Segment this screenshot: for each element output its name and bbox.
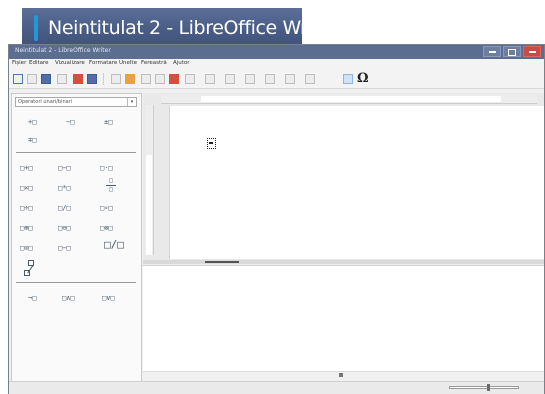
fraction-denominator: □ — [109, 186, 113, 193]
element-circled-plus[interactable]: □⊕□ — [20, 224, 33, 232]
menu-bar: Fișier Editare Vizualizare Formatare Une… — [9, 59, 544, 69]
element-circle[interactable]: □∘□ — [100, 204, 113, 212]
insert-field-icon[interactable] — [245, 74, 255, 84]
formatting-marks-icon[interactable] — [343, 74, 353, 84]
menu-tools[interactable]: Unelte — [119, 60, 137, 66]
element-divide[interactable]: □÷□ — [20, 204, 33, 212]
status-bar — [9, 381, 544, 394]
splitter-grip[interactable] — [205, 261, 239, 263]
special-character-icon[interactable]: Ω — [357, 71, 369, 86]
category-selected-value: Operatori unari/binari — [18, 99, 73, 105]
insert-comment-icon[interactable] — [285, 74, 295, 84]
zoom-slider[interactable] — [449, 386, 519, 389]
close-button[interactable] — [523, 46, 541, 57]
menu-format[interactable]: Formatare — [89, 60, 117, 66]
new-document-icon[interactable] — [13, 74, 23, 84]
menu-view[interactable]: Vizualizare — [55, 60, 85, 66]
menu-file[interactable]: Fișier — [12, 60, 26, 66]
menu-window[interactable]: Fereastră — [141, 60, 167, 66]
element-subtraction[interactable]: □−□ — [58, 164, 71, 172]
banner-title: Neintitulat 2 - LibreOffice Writer — [48, 17, 339, 39]
save-icon[interactable] — [41, 74, 51, 84]
window-title: Neintitulat 2 - LibreOffice Writer — [15, 47, 111, 54]
menu-help[interactable]: Ajutor — [173, 60, 190, 66]
element-plus-minus[interactable]: ±□ — [104, 118, 112, 126]
element-and[interactable]: □∧□ — [62, 294, 75, 302]
element-not[interactable]: ¬□ — [28, 294, 36, 302]
element-circled-minus[interactable]: □⊖□ — [58, 224, 71, 232]
editor-horizontal-scrollbar[interactable] — [143, 371, 544, 378]
element-asterisk[interactable]: □*□ — [58, 184, 71, 192]
title-bar[interactable]: Neintitulat 2 - LibreOffice Writer — [9, 45, 544, 59]
print-icon[interactable] — [73, 74, 83, 84]
insert-image-icon[interactable] — [185, 74, 195, 84]
menu-edit[interactable]: Editare — [29, 60, 49, 66]
insert-textbox-icon[interactable] — [225, 74, 235, 84]
elements-category-select[interactable]: Operatori unari/binari ▾ — [15, 97, 137, 107]
insert-footnote-icon[interactable] — [265, 74, 275, 84]
track-changes-icon[interactable] — [305, 74, 315, 84]
element-wide-slash[interactable]: □/□ — [104, 238, 124, 251]
horizontal-ruler[interactable] — [161, 95, 537, 104]
print-preview-icon[interactable] — [87, 74, 97, 84]
panel-separator — [16, 152, 136, 153]
insert-chart-icon[interactable] — [205, 74, 215, 84]
element-plus[interactable]: +□ — [28, 118, 36, 126]
element-dot-product[interactable]: □·□ — [100, 164, 113, 172]
standard-toolbar: Ω — [9, 69, 544, 89]
element-circled-dot[interactable]: □⊙□ — [20, 244, 33, 252]
minimize-button[interactable] — [483, 46, 501, 57]
element-fraction-stacked[interactable]: □ □ — [106, 178, 116, 196]
maximize-button[interactable] — [503, 46, 521, 57]
writer-document-icon — [34, 15, 38, 41]
document-page[interactable] — [169, 106, 544, 259]
element-or[interactable]: □∨□ — [102, 294, 115, 302]
element-slash[interactable]: □/□ — [58, 204, 71, 212]
undo-icon[interactable] — [141, 74, 151, 84]
element-minus[interactable]: −□ — [66, 118, 74, 126]
document-view[interactable] — [143, 93, 544, 261]
cut-icon[interactable] — [111, 74, 121, 84]
scrollbar-thumb[interactable] — [339, 373, 343, 377]
open-icon[interactable] — [27, 74, 37, 84]
writer-window: Neintitulat 2 - LibreOffice Writer Fișie… — [8, 44, 545, 394]
chevron-down-icon[interactable]: ▾ — [127, 98, 136, 106]
element-addition[interactable]: □+□ — [20, 164, 33, 172]
vertical-ruler[interactable] — [145, 105, 154, 255]
insert-table-icon[interactable] — [169, 74, 179, 84]
element-diagonal-fraction[interactable] — [24, 260, 38, 278]
element-wide-minus[interactable]: □−□ — [58, 244, 71, 252]
element-minus-plus[interactable]: ∓□ — [28, 136, 36, 144]
formula-object[interactable] — [207, 138, 216, 149]
element-circled-times[interactable]: □⊗□ — [100, 224, 113, 232]
editor-splitter[interactable] — [143, 260, 544, 264]
fraction-numerator: □ — [109, 177, 113, 184]
zoom-slider-knob[interactable] — [487, 384, 490, 391]
element-times[interactable]: □×□ — [20, 184, 33, 192]
elements-panel: Operatori unari/binari ▾ +□ −□ ±□ ∓□ □+□… — [11, 93, 142, 383]
export-pdf-icon[interactable] — [57, 74, 67, 84]
formula-command-editor[interactable] — [143, 265, 544, 378]
paste-icon[interactable] — [125, 74, 135, 84]
title-zoom-banner: Neintitulat 2 - LibreOffice Writer — [22, 8, 338, 48]
toolbar-separator — [103, 73, 104, 85]
panel-separator — [16, 282, 136, 283]
redo-icon[interactable] — [155, 74, 165, 84]
